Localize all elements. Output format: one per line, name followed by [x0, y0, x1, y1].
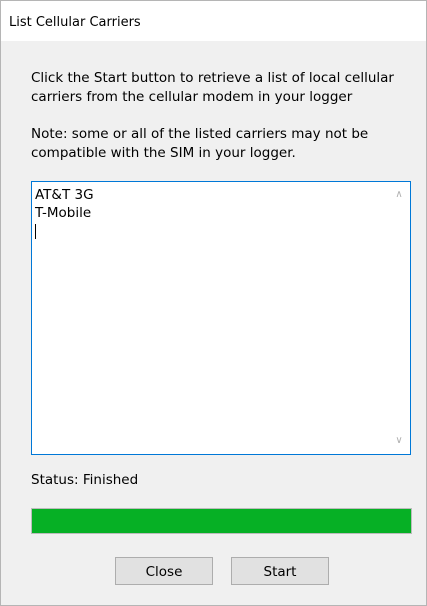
start-button[interactable]: Start: [231, 557, 329, 585]
status-label: Status: Finished: [31, 472, 139, 488]
scroll-down-button[interactable]: ∨: [392, 434, 406, 448]
instruction-text: Click the Start button to retrieve a lis…: [31, 70, 394, 105]
close-button[interactable]: Close: [115, 557, 213, 585]
progress-fill: [32, 509, 411, 533]
scroll-up-button[interactable]: ∧: [392, 188, 406, 202]
chevron-down-icon: ∨: [395, 435, 403, 446]
list-item: T-Mobile: [35, 205, 92, 221]
chevron-up-icon: ∧: [395, 189, 403, 200]
compatibility-note: Note: some or all of the listed carriers…: [31, 126, 369, 161]
progress-bar: [31, 508, 412, 534]
list-item: AT&T 3G: [35, 187, 94, 203]
window-title: List Cellular Carriers: [9, 15, 141, 30]
carrier-list: AT&T 3G T-Mobile: [35, 186, 94, 239]
carrier-list-textbox[interactable]: AT&T 3G T-Mobile ∧ ∨: [31, 181, 411, 455]
text-caret: [35, 224, 36, 239]
title-bar[interactable]: List Cellular Carriers: [1, 1, 426, 41]
dialog-window: List Cellular Carriers Click the Start b…: [0, 0, 427, 606]
